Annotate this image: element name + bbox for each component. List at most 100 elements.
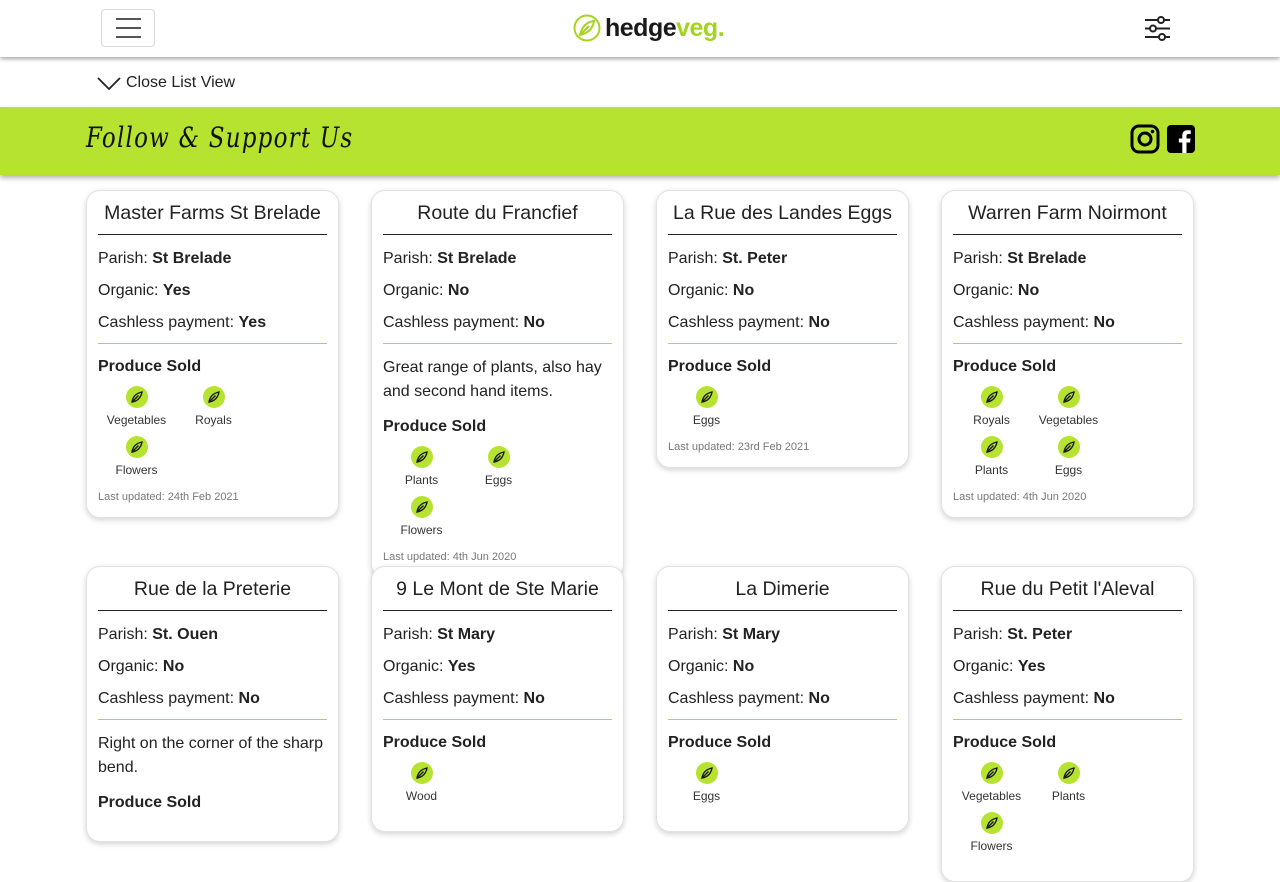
leaf-icon (980, 386, 1003, 408)
cashless-value: Yes (238, 314, 267, 331)
cashless-row: Cashless payment: No (668, 683, 897, 715)
stall-description: Right on the corner of the sharp bend. (98, 735, 324, 776)
parish-label: Parish: (668, 250, 723, 267)
organic-row: Organic: No (383, 275, 612, 307)
last-updated (953, 867, 1182, 881)
cashless-value: No (1093, 314, 1115, 331)
produce-label: Eggs (484, 473, 513, 487)
parish-row: Parish: St. Ouen (98, 619, 327, 651)
parish-row: Parish: St Mary (383, 619, 612, 651)
organic-value: No (447, 282, 470, 299)
stall-card[interactable]: Rue de la Preterie Parish: St. Ouen Orga… (86, 566, 339, 842)
parish-label: Parish: (953, 626, 1008, 643)
parish-value: St. Peter (1007, 626, 1073, 643)
produce-sold-heading: Produce Sold (98, 358, 202, 375)
leaf-icon (125, 386, 148, 408)
stall-card[interactable]: 9 Le Mont de Ste Marie Parish: St Mary O… (371, 566, 624, 832)
produce-list: Royals Vegetables Plants Eggs (953, 386, 1182, 486)
produce-label: Wood (405, 789, 438, 803)
parish-value: St. Ouen (152, 626, 219, 643)
organic-label: Organic: (668, 658, 733, 675)
cashless-row: Cashless payment: No (668, 307, 897, 339)
filter-sliders-icon[interactable] (1144, 15, 1171, 42)
organic-label: Organic: (668, 282, 733, 299)
produce-sold-heading: Produce Sold (668, 358, 772, 375)
produce-sold-heading: Produce Sold (383, 418, 487, 435)
parish-value: St Brelade (437, 250, 517, 267)
cashless-value: No (523, 314, 545, 331)
produce-sold-heading: Produce Sold (98, 794, 202, 811)
cashless-value: No (808, 690, 830, 707)
stall-card[interactable]: Master Farms St Brelade Parish: St Brela… (86, 190, 339, 518)
leaf-icon (410, 446, 433, 468)
produce-list: Eggs (668, 386, 897, 436)
cashless-label: Cashless payment: (98, 314, 239, 331)
stall-title: Rue de la Preterie (98, 567, 327, 611)
cashless-row: Cashless payment: No (953, 307, 1182, 339)
stall-title: 9 Le Mont de Ste Marie (383, 567, 612, 611)
produce-list: Wood (383, 762, 612, 812)
produce-sold-heading: Produce Sold (953, 734, 1057, 751)
stall-title: Rue du Petit l'Aleval (953, 567, 1182, 611)
leaf-icon (980, 436, 1003, 458)
stall-card[interactable]: La Rue des Landes Eggs Parish: St. Peter… (656, 190, 909, 468)
produce-item: Royals (175, 386, 252, 436)
produce-label: Royals (973, 413, 1010, 427)
produce-item: Eggs (668, 762, 745, 812)
cashless-value: No (808, 314, 830, 331)
cashless-value: No (238, 690, 260, 707)
produce-item: Eggs (1030, 436, 1107, 486)
stall-details: Parish: St Mary Organic: No Cashless pay… (668, 611, 897, 720)
cashless-row: Cashless payment: No (98, 683, 327, 715)
stall-card[interactable]: La Dimerie Parish: St Mary Organic: No C… (656, 566, 909, 832)
organic-row: Organic: No (98, 651, 327, 683)
produce-list: Eggs (668, 762, 897, 812)
menu-button[interactable] (101, 9, 155, 47)
leaf-icon (410, 496, 433, 518)
produce-item: Flowers (953, 812, 1030, 862)
parish-value: St Mary (437, 626, 496, 643)
parish-row: Parish: St Mary (668, 619, 897, 651)
stall-card[interactable]: Warren Farm Noirmont Parish: St Brelade … (941, 190, 1194, 518)
produce-sold-heading: Produce Sold (383, 734, 487, 751)
parish-label: Parish: (953, 250, 1008, 267)
stall-title: La Rue des Landes Eggs (668, 191, 897, 235)
produce-item: Wood (383, 762, 460, 812)
produce-list: Vegetables Royals Flowers (98, 386, 327, 486)
leaf-icon (1057, 386, 1080, 408)
produce-sold-heading: Produce Sold (668, 734, 772, 751)
instagram-icon[interactable] (1130, 124, 1160, 154)
close-list-view-toggle[interactable]: Close List View (96, 70, 235, 96)
organic-label: Organic: (953, 282, 1018, 299)
cashless-value: No (523, 690, 545, 707)
leaf-icon (1057, 436, 1080, 458)
produce-item: Plants (953, 436, 1030, 486)
produce-label: Plants (974, 463, 1009, 477)
leaf-icon (487, 446, 510, 468)
parish-label: Parish: (383, 626, 438, 643)
parish-label: Parish: (668, 626, 723, 643)
cashless-value: No (1093, 690, 1115, 707)
leaf-icon (695, 386, 718, 408)
facebook-icon[interactable] (1166, 124, 1196, 154)
hamburger-icon-bar (115, 18, 141, 20)
stall-card[interactable]: Route du Francfief Parish: St Brelade Or… (371, 190, 624, 578)
produce-label: Eggs (1054, 463, 1083, 477)
stall-card[interactable]: Rue du Petit l'Aleval Parish: St. Peter … (941, 566, 1194, 882)
cashless-label: Cashless payment: (668, 690, 809, 707)
produce-label: Flowers (970, 839, 1013, 853)
parish-value: St Brelade (152, 250, 232, 267)
organic-label: Organic: (953, 658, 1018, 675)
produce-label: Royals (195, 413, 232, 427)
cashless-row: Cashless payment: No (383, 683, 612, 715)
produce-item: Vegetables (1030, 386, 1107, 436)
organic-row: Organic: No (953, 275, 1182, 307)
last-updated (383, 817, 612, 831)
stall-details: Parish: St. Ouen Organic: No Cashless pa… (98, 611, 327, 720)
produce-item: Plants (383, 446, 460, 496)
stall-title: Warren Farm Noirmont (953, 191, 1182, 235)
site-logo[interactable]: hedgeveg. (573, 12, 725, 44)
stall-description: Great range of plants, also hay and seco… (383, 359, 602, 400)
produce-item: Plants (1030, 762, 1107, 812)
cashless-label: Cashless payment: (953, 314, 1094, 331)
